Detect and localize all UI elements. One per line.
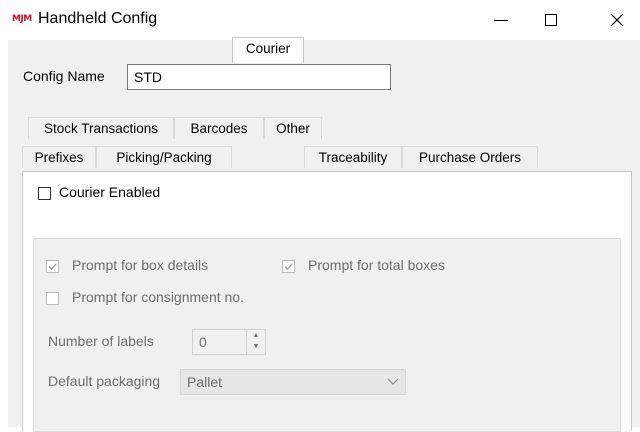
default-packaging-label: Default packaging <box>48 373 161 389</box>
tab-traceability[interactable]: Traceability <box>304 146 402 168</box>
courier-tab-panel: Courier Enabled Prompt for box details P… <box>22 171 632 432</box>
stepper-down-icon[interactable]: ▼ <box>247 341 265 352</box>
dialog-body: Config Name STD Stock Transactions Barco… <box>8 37 640 432</box>
stepper-up-icon[interactable]: ▲ <box>247 330 265 341</box>
default-packaging-select[interactable]: Pallet <box>180 369 406 395</box>
tab-prefixes[interactable]: Prefixes <box>22 146 96 168</box>
config-name-input[interactable]: STD <box>127 64 391 90</box>
courier-enabled-checkbox[interactable] <box>38 187 51 200</box>
config-name-label: Config Name <box>23 68 105 84</box>
window-title: Handheld Config <box>38 10 158 27</box>
close-button[interactable] <box>594 0 640 40</box>
tab-stock-transactions[interactable]: Stock Transactions <box>28 117 174 139</box>
close-icon <box>610 13 624 27</box>
maximize-button[interactable] <box>528 0 574 40</box>
number-of-labels-stepper[interactable]: 0 ▲ ▼ <box>192 329 266 355</box>
tab-barcodes[interactable]: Barcodes <box>174 117 264 139</box>
checkmark-icon <box>284 263 293 270</box>
minimize-button[interactable] <box>478 0 524 40</box>
number-of-labels-value: 0 <box>199 334 207 350</box>
courier-enabled-label: Courier Enabled <box>59 184 161 200</box>
chevron-down-icon <box>387 374 399 388</box>
prompt-consignment-checkbox[interactable] <box>46 292 59 305</box>
checkmark-icon <box>48 263 57 270</box>
tab-courier[interactable]: Courier <box>232 37 304 63</box>
prompt-box-details-label: Prompt for box details <box>72 257 209 273</box>
minimize-icon <box>494 19 508 21</box>
prompt-consignment-label: Prompt for consignment no. <box>72 289 244 305</box>
tab-purchase-orders[interactable]: Purchase Orders <box>402 146 538 168</box>
prompt-total-boxes-checkbox[interactable] <box>282 260 295 273</box>
prompt-total-boxes-label: Prompt for total boxes <box>308 257 445 273</box>
maximize-icon <box>545 14 557 26</box>
tab-picking-packing[interactable]: Picking/Packing <box>96 146 232 168</box>
tab-other[interactable]: Other <box>264 117 322 139</box>
stepper-buttons[interactable]: ▲ ▼ <box>246 330 265 354</box>
prompt-box-details-checkbox[interactable] <box>46 260 59 273</box>
courier-options-group: Prompt for box details Prompt for total … <box>33 238 621 432</box>
number-of-labels-label: Number of labels <box>48 333 154 349</box>
default-packaging-value: Pallet <box>187 374 223 390</box>
app-logo: MJM <box>12 14 32 24</box>
title-bar: MJM Handheld Config <box>0 0 640 40</box>
